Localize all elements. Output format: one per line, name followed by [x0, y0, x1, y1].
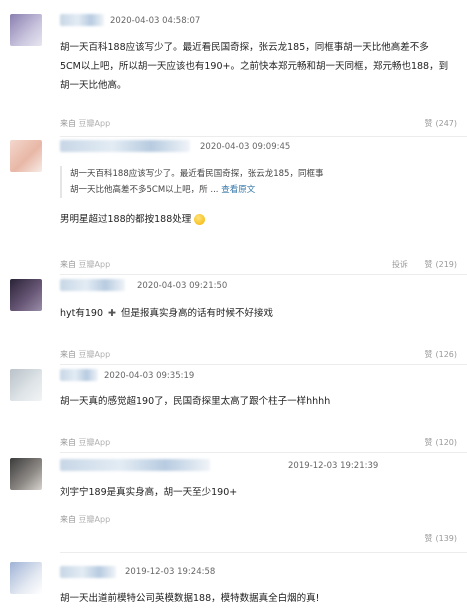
- like-button[interactable]: 赞 (247): [424, 118, 457, 129]
- like-count: (139): [435, 534, 457, 543]
- view-original-link[interactable]: 查看原文: [221, 185, 255, 195]
- username-blurred[interactable]: [60, 565, 116, 578]
- comment-text-line: 胡一天出道前模特公司英模数据188，模特数据真全白烟的真!: [60, 593, 320, 604]
- comment-actions: 赞 (120): [424, 437, 457, 448]
- username-blurred[interactable]: [60, 368, 98, 381]
- comment-meta: [60, 13, 104, 27]
- comment-text-part: 但是报真实身高的话有时候不好接戏: [121, 308, 274, 319]
- comment-timestamp: 2019-12-03 19:21:39: [288, 461, 379, 471]
- like-button[interactable]: 赞 (120): [424, 437, 457, 448]
- comment-text-part: hyt有190: [60, 308, 104, 319]
- source-label: 来自: [60, 260, 76, 269]
- like-button[interactable]: 赞 (219): [424, 259, 457, 270]
- username-blurred[interactable]: [60, 139, 190, 152]
- comment-text-line: 胡一天比他高。: [60, 80, 127, 91]
- comment-timestamp: 2020-04-03 09:09:45: [200, 142, 291, 152]
- comment-timestamp: 2020-04-03 09:35:19: [104, 371, 195, 381]
- avatar[interactable]: [10, 562, 42, 594]
- comment-actions: 赞 (126): [424, 349, 457, 360]
- like-count: (120): [435, 438, 457, 447]
- source-label: 来自: [60, 438, 76, 447]
- comment-source: 来自 豆瓣App: [60, 118, 110, 129]
- source-app: 豆瓣App: [78, 438, 111, 447]
- source-app: 豆瓣App: [78, 350, 111, 359]
- like-label: 赞: [424, 119, 433, 128]
- comment-meta: [60, 565, 116, 579]
- quote-line: 胡一天比他高差不多5CM以上吧，所 ...: [70, 185, 219, 195]
- comment-text: 胡一天百科188应该写少了。最近看民国奇探，张云龙185，同框事胡一天比他高差不…: [60, 38, 460, 95]
- comment-actions: 赞 (139): [424, 533, 457, 544]
- username-blurred[interactable]: [60, 13, 104, 26]
- comment-text-line: 5CM以上吧，所以胡一天应该也有190+。之前快本郑元畅和胡一天同框，郑元畅也1…: [60, 61, 449, 72]
- avatar[interactable]: [10, 14, 42, 46]
- source-label: 来自: [60, 350, 76, 359]
- like-count: (247): [435, 119, 457, 128]
- comment-text: 胡一天出道前模特公司英模数据188，模特数据真全白烟的真!: [60, 589, 460, 608]
- comment-source: 来自 豆瓣App: [60, 259, 110, 270]
- source-app: 豆瓣App: [78, 119, 111, 128]
- comment-meta: [60, 368, 98, 382]
- comment-text-line: 胡一天真的感觉超190了，民国奇探里太高了跟个柱子一样hhhh: [60, 396, 331, 407]
- comment-source: 来自 豆瓣App: [60, 514, 110, 525]
- comment-actions: 赞 (247): [424, 118, 457, 129]
- divider: [60, 364, 467, 365]
- avatar[interactable]: [10, 369, 42, 401]
- comment-text-line: 刘宇宁189是真实身高，胡一天至少190+: [60, 487, 238, 498]
- plus-icon: ✚: [108, 308, 117, 319]
- comment-text-line: 胡一天百科188应该写少了。最近看民国奇探，张云龙185，同框事胡一天比他高差不…: [60, 42, 429, 53]
- comment-actions: 投诉 赞 (219): [392, 259, 457, 270]
- source-label: 来自: [60, 515, 76, 524]
- like-button[interactable]: 赞 (126): [424, 349, 457, 360]
- divider: [60, 452, 467, 453]
- comment-meta: [60, 139, 190, 153]
- like-label: 赞: [424, 260, 433, 269]
- comment-text: 胡一天真的感觉超190了，民国奇探里太高了跟个柱子一样hhhh: [60, 392, 460, 411]
- avatar[interactable]: [10, 279, 42, 311]
- report-button[interactable]: 投诉: [392, 260, 408, 269]
- divider: [60, 274, 467, 275]
- divider: [60, 552, 467, 553]
- grinning-emoji-icon: [194, 214, 206, 225]
- username-blurred[interactable]: [60, 458, 210, 471]
- comment-text: 刘宇宁189是真实身高，胡一天至少190+: [60, 483, 460, 502]
- comment-timestamp: 2020-04-03 09:21:50: [137, 281, 228, 291]
- quoted-comment: 胡一天百科188应该写少了。最近看民国奇探，张云龙185，同框事 胡一天比他高差…: [60, 166, 370, 198]
- source-label: 来自: [60, 119, 76, 128]
- avatar[interactable]: [10, 140, 42, 172]
- comment-source: 来自 豆瓣App: [60, 437, 110, 448]
- comment-source: 来自 豆瓣App: [60, 349, 110, 360]
- username-blurred[interactable]: [60, 278, 125, 291]
- comment-text: hyt有190 ✚ 但是报真实身高的话有时候不好接戏: [60, 304, 460, 323]
- divider: [60, 136, 467, 137]
- like-count: (126): [435, 350, 457, 359]
- like-label: 赞: [424, 534, 433, 543]
- source-app: 豆瓣App: [78, 260, 111, 269]
- avatar[interactable]: [10, 458, 42, 490]
- like-count: (219): [435, 260, 457, 269]
- comment-text: 男明星超过188的都按188处理: [60, 210, 460, 229]
- comment-meta: [60, 278, 125, 292]
- source-app: 豆瓣App: [78, 515, 111, 524]
- comment-timestamp: 2020-04-03 04:58:07: [110, 16, 201, 26]
- comment-text-line: 男明星超过188的都按188处理: [60, 214, 192, 225]
- comment-meta: [60, 458, 210, 472]
- like-label: 赞: [424, 350, 433, 359]
- like-button[interactable]: 赞 (139): [424, 533, 457, 544]
- quote-line: 胡一天百科188应该写少了。最近看民国奇探，张云龙185，同框事: [70, 169, 324, 179]
- comment-timestamp: 2019-12-03 19:24:58: [125, 567, 216, 577]
- like-label: 赞: [424, 438, 433, 447]
